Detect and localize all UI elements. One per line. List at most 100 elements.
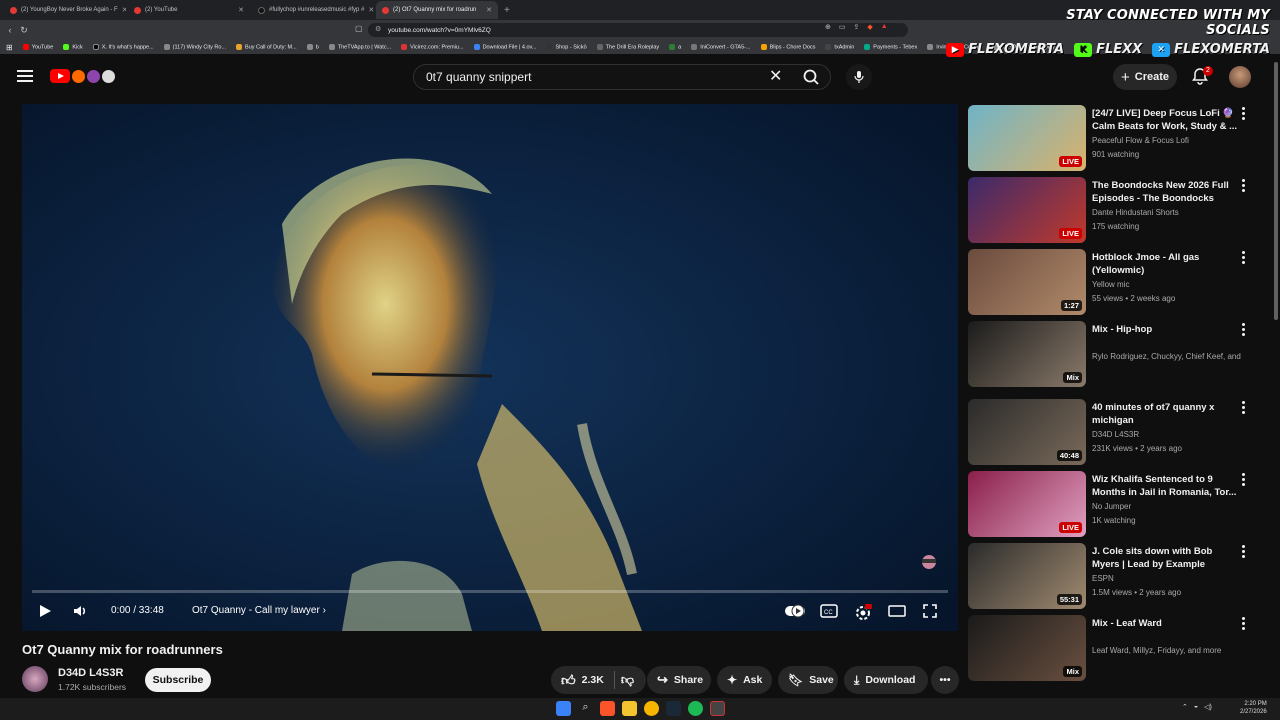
network-icon[interactable]: ◒	[1194, 703, 1198, 711]
recommendation-channel[interactable]: Dante Hindustani Shorts	[1092, 208, 1242, 217]
progress-bar[interactable]	[32, 590, 948, 593]
bookmark-item[interactable]: txAdmin	[825, 43, 854, 50]
chevron-up-icon[interactable]: ⌃	[1182, 703, 1188, 711]
account-avatar[interactable]	[1229, 66, 1251, 88]
share-button[interactable]: ↪ Share	[647, 666, 711, 694]
back-icon[interactable]: ‹	[3, 25, 17, 35]
recommendation-item[interactable]: LIVE [24/7 LIVE] Deep Focus LoFi 🔮 Calm B…	[968, 105, 1268, 171]
install-icon[interactable]: ▭	[839, 23, 846, 31]
settings-gear-icon[interactable]	[854, 603, 872, 621]
bookmark-item[interactable]: Shop - Sickö	[546, 43, 587, 50]
recommendation-item[interactable]: 55:31 J. Cole sits down with Bob Myers | …	[968, 543, 1268, 609]
spotify-icon[interactable]	[688, 701, 703, 716]
video-thumbnail[interactable]: Mix	[968, 321, 1086, 387]
channel-avatar[interactable]	[22, 666, 48, 692]
browser-tab[interactable]: (2) YouTube ✕	[128, 1, 250, 19]
reload-icon[interactable]: ↻	[17, 25, 31, 36]
video-thumbnail[interactable]: 40:48	[968, 399, 1086, 465]
ask-button[interactable]: ✦ Ask	[717, 666, 772, 694]
recommendation-channel[interactable]: Peaceful Flow & Focus Lofi	[1092, 136, 1242, 145]
browser-tab-active[interactable]: (2) Ot7 Quanny mix for roadrun ✕	[376, 1, 498, 19]
more-vertical-icon[interactable]	[1238, 107, 1248, 123]
more-vertical-icon[interactable]	[1238, 545, 1248, 561]
recommendation-title[interactable]: [24/7 LIVE] Deep Focus LoFi 🔮 Calm Beats…	[1092, 107, 1240, 133]
recommendation-item[interactable]: LIVE Wiz Khalifa Sentenced to 9 Months in…	[968, 471, 1268, 537]
video-thumbnail[interactable]: Mix	[968, 615, 1086, 681]
recommendation-channel[interactable]: Yellow mic	[1092, 280, 1242, 289]
volume-tray-icon[interactable]: ◁)	[1204, 703, 1212, 711]
menu-icon[interactable]	[17, 70, 33, 82]
autoplay-toggle-icon[interactable]	[784, 603, 806, 619]
bookmark-item[interactable]: Payments - Tebex	[864, 43, 917, 50]
browser-tab[interactable]: (2) YoungBoy Never Broke Again - F ✕	[4, 1, 126, 19]
channel-name[interactable]: D34D L4S3R	[58, 667, 123, 679]
apps-icon[interactable]: ⊞	[6, 43, 13, 52]
recommendation-title[interactable]: Hotblock Jmoe - All gas (Yellowmic)	[1092, 251, 1240, 277]
bookmark-item[interactable]: Kick	[63, 43, 83, 50]
more-vertical-icon[interactable]	[1238, 323, 1248, 339]
search-icon[interactable]	[797, 67, 825, 87]
chapter-title[interactable]: Ot7 Quanny - Call my lawyer ›	[192, 605, 326, 616]
more-vertical-icon[interactable]	[1238, 401, 1248, 417]
play-icon[interactable]	[38, 604, 52, 618]
recommendation-title[interactable]: 40 minutes of ot7 quanny x michigan	[1092, 401, 1240, 427]
dislike-button[interactable]: 👎︎	[621, 672, 634, 688]
browser-tab[interactable]: #fullychop #unreleasedmusic #fyp # ✕	[252, 1, 374, 19]
recommendation-channel[interactable]: Leaf Ward, Millyz, Fridayy, and more	[1092, 646, 1242, 655]
close-tab-icon[interactable]: ✕	[238, 6, 244, 14]
more-vertical-icon[interactable]	[1238, 179, 1248, 195]
obs-icon[interactable]	[710, 701, 725, 716]
more-actions-button[interactable]: •••	[931, 666, 959, 694]
more-vertical-icon[interactable]	[1238, 617, 1248, 633]
recommendation-title[interactable]: The Boondocks New 2026 Full Episodes - T…	[1092, 179, 1240, 207]
search-icon[interactable]: ⌕	[578, 701, 593, 716]
recommendation-channel[interactable]: Rylo Rodriguez, Chuckyy, Chief Keef, and…	[1092, 352, 1242, 361]
rewards-icon[interactable]: ▲	[881, 23, 888, 31]
bookmark-item[interactable]: YouTube	[22, 43, 53, 50]
video-player[interactable]: 0:00 / 33:48 Ot7 Quanny - Call my lawyer…	[22, 104, 958, 631]
video-thumbnail[interactable]: LIVE	[968, 105, 1086, 171]
recommendation-title[interactable]: Mix - Leaf Ward	[1092, 617, 1240, 630]
captions-icon[interactable]: CC	[820, 603, 838, 619]
bookmark-item[interactable]: b	[306, 43, 319, 50]
subscribe-button[interactable]: Subscribe	[145, 668, 211, 692]
video-thumbnail[interactable]: LIVE	[968, 471, 1086, 537]
voice-search-button[interactable]	[846, 64, 872, 90]
close-tab-icon[interactable]: ✕	[368, 6, 374, 14]
video-thumbnail[interactable]: 55:31	[968, 543, 1086, 609]
save-button[interactable]: 🔖︎ Save	[778, 666, 838, 694]
fullscreen-icon[interactable]	[922, 603, 938, 619]
bookmark-item[interactable]: IniConvert - GTA5-...	[691, 43, 751, 50]
steam-icon[interactable]	[666, 701, 681, 716]
recommendation-channel[interactable]: No Jumper	[1092, 502, 1242, 511]
site-info-icon[interactable]: ⚙	[375, 25, 381, 33]
bookmark-item[interactable]: X. It's what's happe...	[92, 43, 154, 50]
bookmark-item[interactable]: Blips - Chore Docs	[760, 43, 815, 50]
more-vertical-icon[interactable]	[1238, 473, 1248, 489]
download-button[interactable]: ⤓ Download	[844, 666, 928, 694]
clear-search-icon[interactable]: ✕	[769, 66, 782, 86]
scrollbar[interactable]	[1274, 62, 1278, 320]
bookmark-item[interactable]: Vicirez.com: Premiu...	[401, 43, 464, 50]
create-button[interactable]: + Create	[1113, 64, 1177, 90]
new-tab-icon[interactable]: +	[504, 5, 510, 16]
brave-browser-icon[interactable]	[600, 701, 615, 716]
video-thumbnail[interactable]: 1:27	[968, 249, 1086, 315]
file-explorer-icon[interactable]	[622, 701, 637, 716]
brave-shield-icon[interactable]: ◆	[867, 23, 872, 31]
video-thumbnail[interactable]: LIVE	[968, 177, 1086, 243]
bookmark-item[interactable]: TheTVApp.to | Watc...	[328, 43, 391, 50]
close-tab-icon[interactable]: ✕	[122, 6, 126, 14]
zoom-icon[interactable]: ⊕	[825, 23, 831, 31]
bookmark-star-icon[interactable]: ▢	[355, 24, 363, 33]
youtube-logo[interactable]	[50, 68, 118, 84]
bookmark-item[interactable]: Download File | 4.ov...	[473, 43, 536, 50]
bookmark-item[interactable]: The Drill Era Roleplay	[596, 43, 659, 50]
volume-icon[interactable]	[72, 604, 88, 618]
recommendation-title[interactable]: Mix - Hip-hop	[1092, 323, 1240, 336]
system-clock[interactable]: 2:20 PM 2/27/2026	[1240, 700, 1267, 716]
bookmark-item[interactable]: Buy Call of Duty: M...	[236, 43, 297, 50]
more-vertical-icon[interactable]	[1238, 251, 1248, 267]
recommendation-title[interactable]: Wiz Khalifa Sentenced to 9 Months in Jai…	[1092, 473, 1240, 499]
recommendation-item[interactable]: LIVE The Boondocks New 2026 Full Episodes…	[968, 177, 1268, 243]
